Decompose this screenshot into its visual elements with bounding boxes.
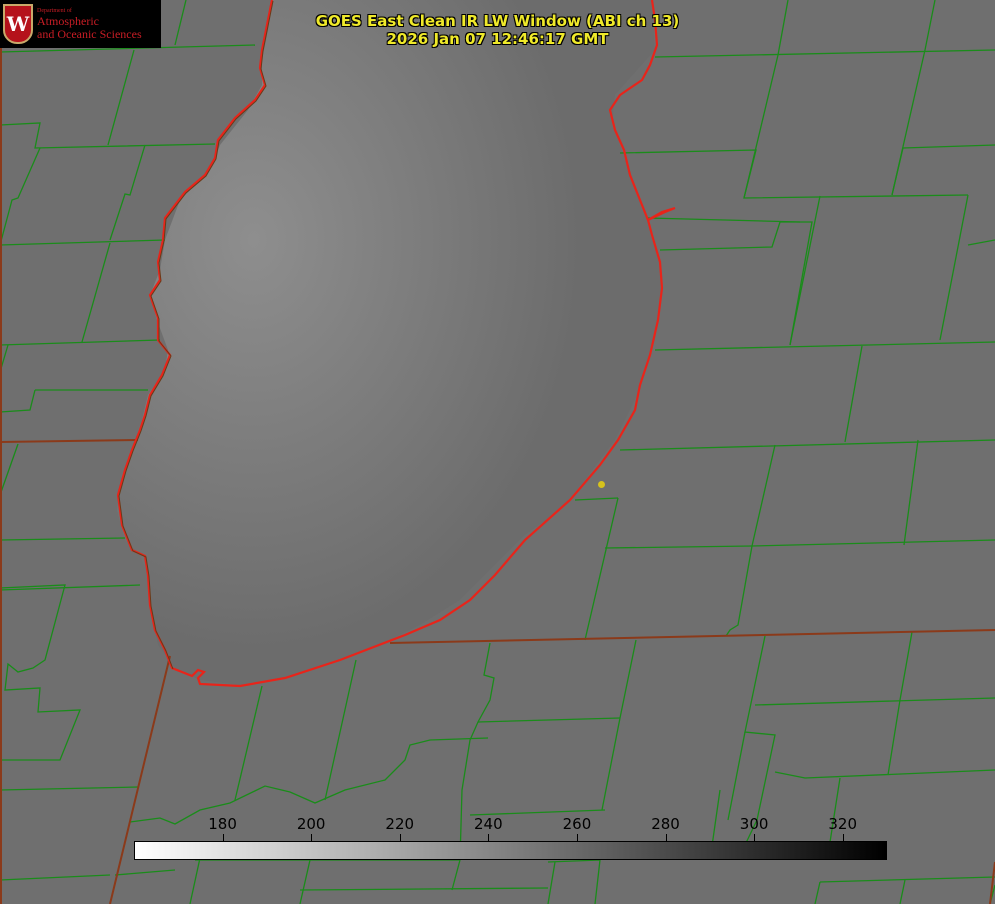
uw-aos-logo: W Department of Atmospheric and Oceanic … xyxy=(0,0,161,48)
site-marker xyxy=(598,481,605,488)
colorbar-tick-mark xyxy=(488,834,490,841)
colorbar-tick-label: 320 xyxy=(828,815,858,833)
colorbar-tick-label: 200 xyxy=(296,815,326,833)
colorbar-tick-label: 260 xyxy=(562,815,592,833)
colorbar-tick-label: 220 xyxy=(385,815,415,833)
title-timestamp: 2026 Jan 07 12:46:17 GMT xyxy=(386,30,609,48)
colorbar-tick-mark xyxy=(665,834,667,841)
colorbar-tick-label: 240 xyxy=(474,815,503,833)
map-canvas xyxy=(0,0,995,904)
colorbar-tick-mark xyxy=(399,834,401,841)
colorbar-tick-mark xyxy=(842,834,844,841)
colorbar-tick-mark xyxy=(222,834,224,841)
logo-wordmark: Department of Atmospheric and Oceanic Sc… xyxy=(37,7,142,41)
image-title: GOES East Clean IR LW Window (ABI ch 13)… xyxy=(270,12,725,48)
colorbar-tick-mark xyxy=(576,834,578,841)
uw-crest-icon: W xyxy=(3,4,33,44)
colorbar-tick-label: 180 xyxy=(208,815,237,833)
colorbar-tick-mark xyxy=(311,834,313,841)
colorbar-tick-label: 300 xyxy=(739,815,769,833)
logo-line-2: and Oceanic Sciences xyxy=(37,27,142,41)
colorbar-tick-label: 280 xyxy=(651,815,680,833)
colorbar xyxy=(134,841,887,860)
colorbar-tick-mark xyxy=(754,834,756,841)
satellite-map: W Department of Atmospheric and Oceanic … xyxy=(0,0,995,904)
title-product: GOES East Clean IR LW Window (ABI ch 13) xyxy=(315,12,680,30)
